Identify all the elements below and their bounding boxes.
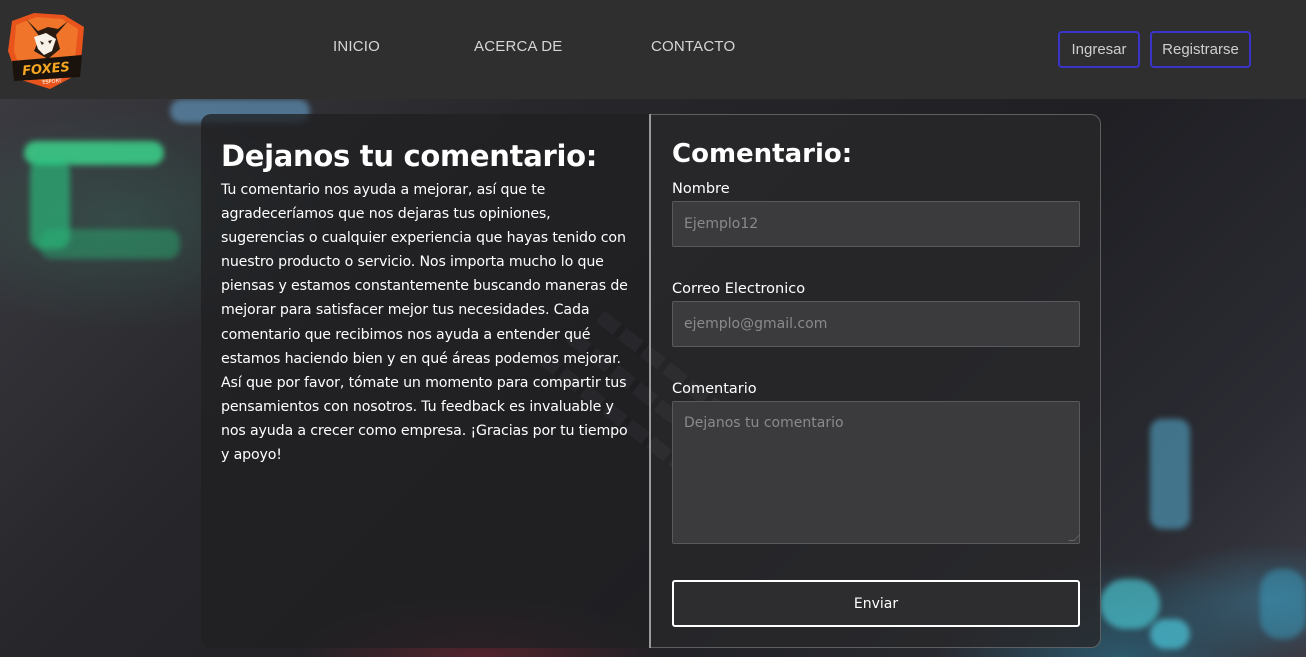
register-button[interactable]: Registrarse <box>1150 31 1251 68</box>
form-title: Comentario: <box>672 139 853 169</box>
name-label: Nombre <box>672 181 730 197</box>
nav-link-acerca-de[interactable]: ACERCA DE <box>474 38 563 60</box>
info-title: Dejanos tu comentario: <box>221 139 598 173</box>
comment-form: Comentario: Nombre Correo Electronico Co… <box>650 114 1101 648</box>
nav-link-contacto[interactable]: CONTACTO <box>651 38 735 60</box>
submit-button[interactable]: Enviar <box>672 580 1080 627</box>
info-panel: Dejanos tu comentario: Tu comentario nos… <box>201 114 650 648</box>
comment-label: Comentario <box>672 381 757 397</box>
email-label: Correo Electronico <box>672 281 806 297</box>
login-button[interactable]: Ingresar <box>1058 31 1140 68</box>
info-description: Tu comentario nos ayuda a mejorar, así q… <box>221 182 628 464</box>
email-input[interactable] <box>672 301 1080 347</box>
brand-logo[interactable]: FOXES ESPORT <box>4 7 88 91</box>
top-navbar: FOXES ESPORT INICIO ACERCA DE CONTACTO I… <box>0 0 1306 99</box>
name-input[interactable] <box>672 201 1080 247</box>
nav-link-inicio[interactable]: INICIO <box>333 38 380 60</box>
svg-text:ESPORT: ESPORT <box>42 78 63 86</box>
panel-divider <box>649 114 651 648</box>
fox-logo-icon: FOXES ESPORT <box>8 13 84 89</box>
comment-textarea[interactable] <box>672 401 1080 544</box>
